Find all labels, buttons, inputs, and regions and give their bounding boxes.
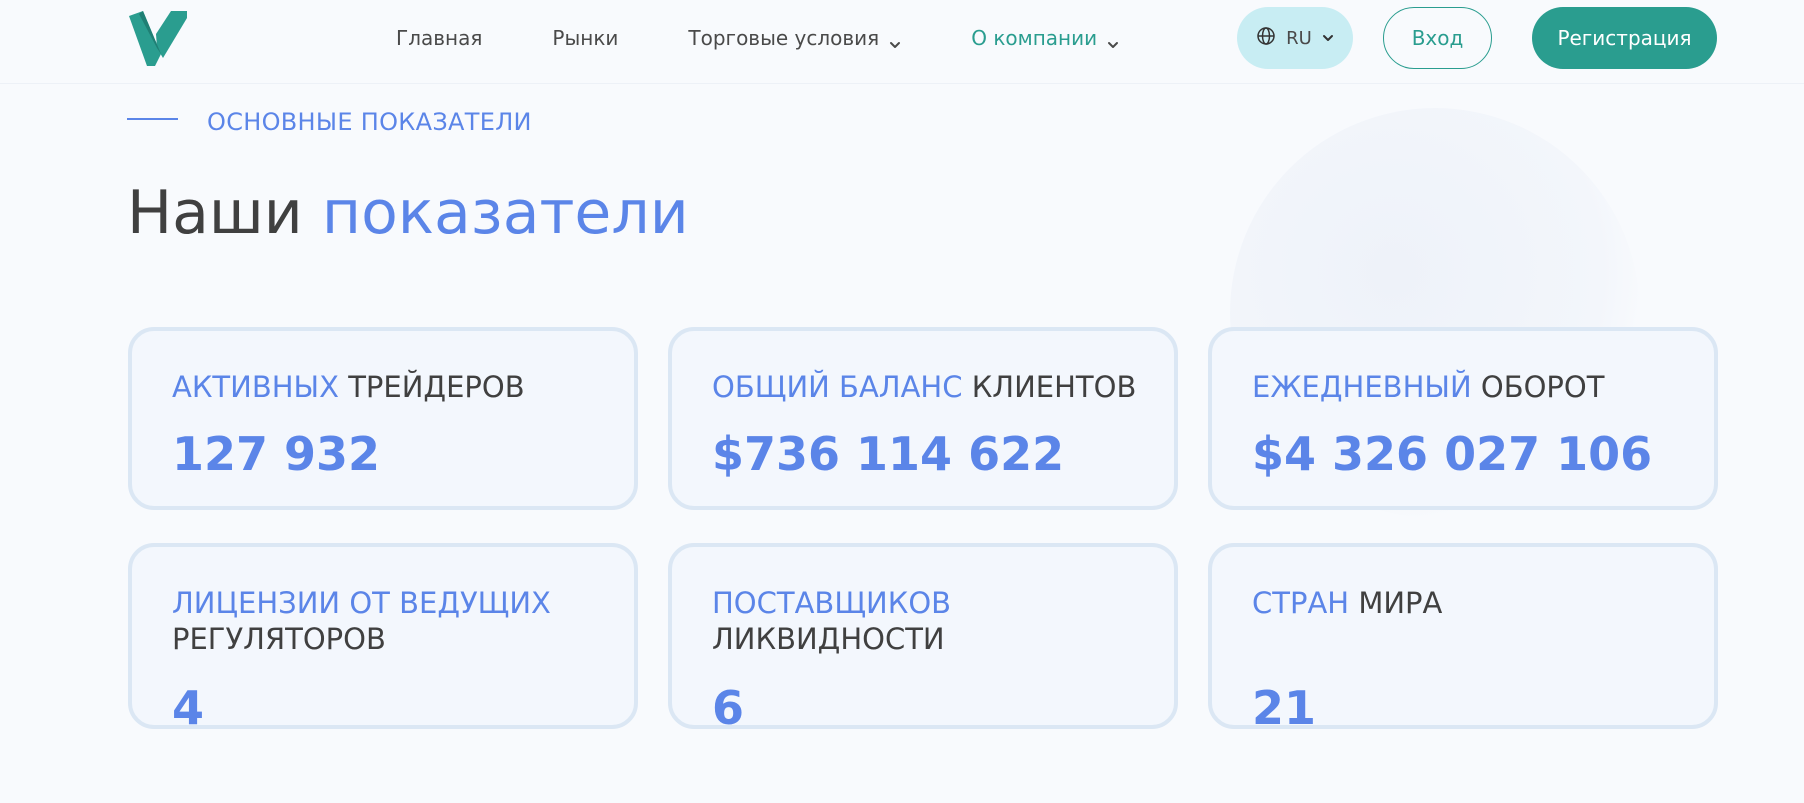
stat-label-rest: ТРЕЙДЕРОВ <box>339 370 525 404</box>
site-header: Главная Рынки Торговые условия О компани… <box>0 0 1804 84</box>
stat-label-rest: МИРА <box>1349 586 1443 620</box>
stat-card-liquidity-providers: ПОСТАВЩИКОВ ЛИКВИДНОСТИ 6 <box>668 543 1178 735</box>
chevron-down-icon <box>1322 28 1334 49</box>
stat-label: СТРАН МИРА <box>1252 585 1692 621</box>
globe-icon <box>1256 26 1276 51</box>
chevron-down-icon <box>889 32 901 48</box>
section-title-accent: показатели <box>321 178 689 248</box>
nav-item-label: Торговые условия <box>688 26 880 50</box>
stat-label-rest: ОБОРОТ <box>1471 370 1605 404</box>
stat-card-active-traders: АКТИВНЫХ ТРЕЙДЕРОВ 127 932 <box>128 327 638 510</box>
section-title-plain: Наши <box>127 178 322 248</box>
stat-label-rest: КЛИЕНТОВ <box>962 370 1137 404</box>
stat-label-highlight: ПОСТАВЩИКОВ <box>712 586 952 620</box>
stat-card-countries: СТРАН МИРА 21 <box>1208 543 1718 735</box>
stats-grid: АКТИВНЫХ ТРЕЙДЕРОВ 127 932 ОБЩИЙ БАЛАНС … <box>128 327 1718 761</box>
login-button[interactable]: Вход <box>1383 7 1492 69</box>
stat-value: 6 <box>712 681 745 735</box>
chevron-down-icon <box>1107 32 1119 48</box>
stat-label: ПОСТАВЩИКОВ ЛИКВИДНОСТИ <box>712 585 1152 657</box>
nav-item-trading-conditions[interactable]: Торговые условия <box>688 26 901 50</box>
main-nav: Главная Рынки Торговые условия О компани… <box>396 0 1119 76</box>
language-label: RU <box>1286 27 1312 49</box>
stat-label-highlight: ОБЩИЙ БАЛАНС <box>712 370 963 404</box>
stat-label: ЕЖЕДНЕВНЫЙ ОБОРОТ <box>1252 369 1692 405</box>
stat-value: 4 <box>172 681 205 735</box>
stat-label-rest: ЛИКВИДНОСТИ <box>712 622 945 656</box>
stat-label-highlight: ЕЖЕДНЕВНЫЙ <box>1252 370 1472 404</box>
stat-label-highlight: АКТИВНЫХ <box>172 370 339 404</box>
stat-card-licenses: ЛИЦЕНЗИИ ОТ ВЕДУЩИХ РЕГУЛЯТОРОВ 4 <box>128 543 638 735</box>
nav-item-about[interactable]: О компании <box>971 26 1119 50</box>
stat-value: $4 326 027 106 <box>1252 427 1653 481</box>
nav-item-home[interactable]: Главная <box>396 26 482 50</box>
nav-item-label: Рынки <box>552 26 619 50</box>
eyebrow-line <box>127 118 178 120</box>
logo-icon[interactable] <box>127 8 189 68</box>
stat-value: $736 114 622 <box>712 427 1065 481</box>
section-eyebrow: ОСНОВНЫЕ ПОКАЗАТЕЛИ <box>207 108 532 136</box>
stat-label: ЛИЦЕНЗИИ ОТ ВЕДУЩИХ РЕГУЛЯТОРОВ <box>172 585 612 657</box>
stat-label-rest: РЕГУЛЯТОРОВ <box>172 622 386 656</box>
section-title: Наши показатели <box>127 178 689 248</box>
stat-label-highlight: СТРАН <box>1252 586 1350 620</box>
nav-item-label: Главная <box>396 26 483 50</box>
stat-value: 21 <box>1252 681 1317 735</box>
nav-item-label: О компании <box>971 26 1098 50</box>
nav-item-markets[interactable]: Рынки <box>552 26 618 50</box>
stat-label: ОБЩИЙ БАЛАНС КЛИЕНТОВ <box>712 369 1152 405</box>
stat-value: 127 932 <box>172 427 381 481</box>
signup-button[interactable]: Регистрация <box>1532 7 1717 69</box>
stat-card-daily-turnover: ЕЖЕДНЕВНЫЙ ОБОРОТ $4 326 027 106 <box>1208 327 1718 510</box>
stat-label: АКТИВНЫХ ТРЕЙДЕРОВ <box>172 369 612 405</box>
language-selector[interactable]: RU <box>1237 7 1353 69</box>
stat-label-highlight: ЛИЦЕНЗИИ ОТ ВЕДУЩИХ <box>172 586 551 620</box>
stat-card-total-balance: ОБЩИЙ БАЛАНС КЛИЕНТОВ $736 114 622 <box>668 327 1178 510</box>
